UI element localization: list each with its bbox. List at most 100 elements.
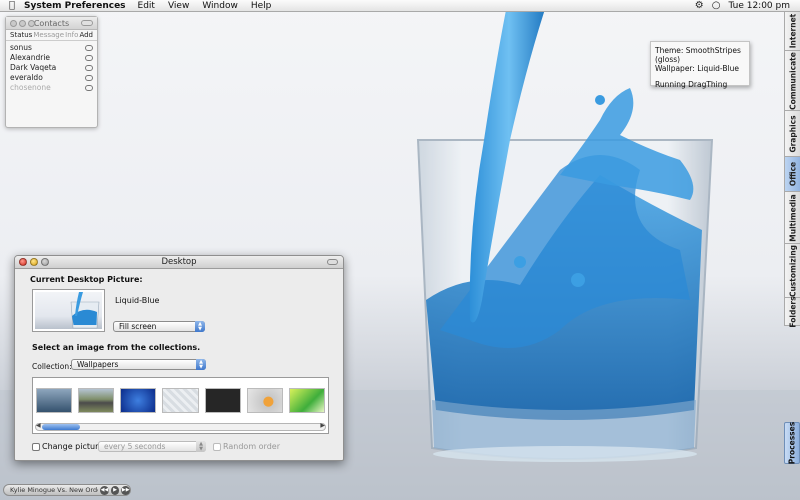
toolbar-toggle-icon[interactable] bbox=[81, 20, 93, 26]
minimize-icon[interactable] bbox=[19, 20, 26, 27]
wallpaper-thumbnail[interactable] bbox=[78, 388, 115, 413]
desktop-preferences-window: Desktop Current Desktop Picture: Liquid-… bbox=[14, 255, 344, 461]
drawer-tab-label: Internet bbox=[788, 13, 798, 49]
change-picture-checkbox[interactable] bbox=[32, 443, 40, 451]
drawer-tab-internet[interactable]: Internet bbox=[785, 12, 800, 51]
wallpaper-text: Wallpaper: Liquid-Blue bbox=[655, 64, 739, 73]
drawer-tab-label: Folders bbox=[788, 295, 798, 328]
collection-label: Collection: bbox=[32, 362, 72, 371]
drawer-tab-multimedia[interactable]: Multimedia bbox=[785, 192, 800, 244]
tab-add[interactable]: Add bbox=[79, 31, 93, 39]
wallpaper-thumbnails bbox=[33, 378, 328, 413]
updown-arrows-icon: ▲ ▼ bbox=[195, 321, 205, 332]
contacts-titlebar[interactable]: Contacts bbox=[6, 17, 97, 30]
random-order-label[interactable]: Random order bbox=[223, 442, 280, 451]
current-picture-thumbnail bbox=[35, 292, 102, 329]
menu-edit[interactable]: Edit bbox=[138, 1, 155, 11]
glass-thumbnail-illustration bbox=[70, 292, 100, 329]
menu-help[interactable]: Help bbox=[251, 1, 272, 11]
chat-bubble-icon[interactable] bbox=[85, 65, 93, 71]
contacts-title: Contacts bbox=[33, 19, 70, 28]
gear-icon[interactable]: ⚙ bbox=[695, 0, 704, 11]
chat-bubble-icon[interactable] bbox=[85, 45, 93, 51]
menu-clock[interactable]: Tue 12:00 pm bbox=[728, 1, 790, 11]
scroll-left-icon[interactable]: ◀ bbox=[36, 422, 41, 429]
buddy-item[interactable]: sonus bbox=[10, 43, 93, 53]
change-picture-label[interactable]: Change picture: bbox=[42, 442, 106, 451]
drawer-tab-graphics[interactable]: Graphics bbox=[785, 111, 800, 157]
previous-track-icon[interactable]: ◀◀ bbox=[100, 485, 109, 495]
processes-tab[interactable]: Processes bbox=[784, 422, 800, 464]
buddy-item[interactable]: Alexandrie bbox=[10, 53, 93, 63]
close-icon[interactable] bbox=[10, 20, 17, 27]
current-picture-label: Current Desktop Picture: bbox=[30, 275, 143, 284]
collection-value: Wallpapers bbox=[77, 360, 119, 369]
drawer-tab-label: Communicate bbox=[788, 51, 798, 110]
tab-info[interactable]: Info bbox=[65, 31, 78, 39]
buddy-name: Dark Vaqeta bbox=[10, 63, 57, 72]
buddy-item[interactable]: Dark Vaqeta bbox=[10, 63, 93, 73]
zoom-icon[interactable] bbox=[28, 20, 35, 27]
tab-status[interactable]: Status bbox=[10, 31, 32, 39]
wallpaper-thumbnail[interactable] bbox=[162, 388, 199, 413]
close-icon[interactable] bbox=[19, 258, 27, 266]
wallpaper-thumbnail[interactable] bbox=[246, 388, 283, 413]
buddy-list: sonus Alexandrie Dark Vaqeta everaldo ch… bbox=[6, 41, 97, 95]
drawer-tab-customizing[interactable]: Customizing bbox=[785, 244, 800, 298]
running-app-text: Running DragThing bbox=[655, 80, 728, 89]
current-picture-well[interactable] bbox=[32, 289, 105, 332]
toolbar-toggle-icon[interactable] bbox=[327, 259, 338, 265]
menu-window[interactable]: Window bbox=[202, 1, 238, 11]
zoom-icon[interactable] bbox=[41, 258, 49, 266]
theme-text: Theme: SmoothStripes (gloss) bbox=[655, 46, 741, 64]
drawer-tab-folders[interactable]: Folders bbox=[785, 295, 800, 328]
contacts-tabs: Status Message Info Add bbox=[6, 30, 97, 41]
interval-value: every 5 seconds bbox=[104, 442, 166, 451]
menu-view[interactable]: View bbox=[168, 1, 189, 11]
drawer-tab-office[interactable]: Office bbox=[785, 157, 800, 192]
drawer-tab-communicate[interactable]: Communicate bbox=[785, 51, 800, 111]
minimize-icon[interactable] bbox=[30, 258, 38, 266]
next-track-icon[interactable]: ▶▶ bbox=[121, 485, 131, 495]
chat-bubble-icon[interactable] bbox=[85, 55, 93, 61]
chat-bubble-icon[interactable] bbox=[85, 85, 93, 91]
play-icon[interactable]: ▶ bbox=[110, 485, 120, 495]
random-order-checkbox[interactable] bbox=[213, 443, 221, 451]
interval-popup[interactable]: every 5 seconds ▲ ▼ bbox=[98, 441, 206, 452]
select-image-prompt: Select an image from the collections. bbox=[32, 343, 201, 352]
fill-mode-popup[interactable]: Fill screen ▲ ▼ bbox=[113, 321, 205, 332]
horizontal-scrollbar[interactable]: ◀ ▶ bbox=[35, 422, 326, 431]
tab-message[interactable]: Message bbox=[33, 31, 64, 39]
chat-icon[interactable]: ○ bbox=[712, 0, 721, 11]
buddy-name: Alexandrie bbox=[10, 53, 51, 62]
wallpaper-thumbnail[interactable] bbox=[204, 388, 241, 413]
apple-icon[interactable]:  bbox=[0, 0, 24, 11]
window-controls bbox=[19, 258, 49, 266]
collection-popup[interactable]: Wallpapers ▲ ▼ bbox=[71, 359, 206, 370]
theme-info-box: Theme: SmoothStripes (gloss) Wallpaper: … bbox=[650, 41, 750, 89]
picture-name: Liquid-Blue bbox=[115, 296, 160, 305]
buddy-item[interactable]: chosenone bbox=[10, 83, 93, 93]
window-title: Desktop bbox=[161, 257, 197, 267]
scroll-right-icon[interactable]: ▶ bbox=[320, 422, 325, 429]
drawer-tab-label: Office bbox=[788, 161, 798, 187]
menu-bar:  System Preferences Edit View Window He… bbox=[0, 0, 800, 12]
window-controls bbox=[10, 20, 35, 27]
menu-app-name[interactable]: System Preferences bbox=[24, 1, 126, 11]
scroll-thumb[interactable] bbox=[42, 424, 80, 430]
buddy-name: everaldo bbox=[10, 73, 43, 82]
music-controller: Kylie Minogue Vs. New Order ◀◀ ▶ ▶▶ bbox=[3, 484, 131, 496]
processes-label: Processes bbox=[787, 421, 797, 465]
buddy-item[interactable]: everaldo bbox=[10, 73, 93, 83]
dragthing-drawer: Internet Communicate Graphics Office Mul… bbox=[784, 12, 800, 328]
updown-arrows-icon: ▲ ▼ bbox=[196, 359, 206, 370]
window-titlebar[interactable]: Desktop bbox=[15, 256, 343, 269]
buddy-name: chosenone bbox=[10, 83, 51, 92]
buddy-name: sonus bbox=[10, 43, 32, 52]
contacts-window: Contacts Status Message Info Add sonus A… bbox=[5, 16, 98, 128]
wallpaper-thumbnail[interactable] bbox=[120, 388, 157, 413]
chat-bubble-icon[interactable] bbox=[85, 75, 93, 81]
wallpaper-thumbnail[interactable] bbox=[36, 388, 73, 413]
wallpaper-thumbnail[interactable] bbox=[288, 388, 325, 413]
updown-arrows-icon: ▲ ▼ bbox=[196, 441, 206, 452]
